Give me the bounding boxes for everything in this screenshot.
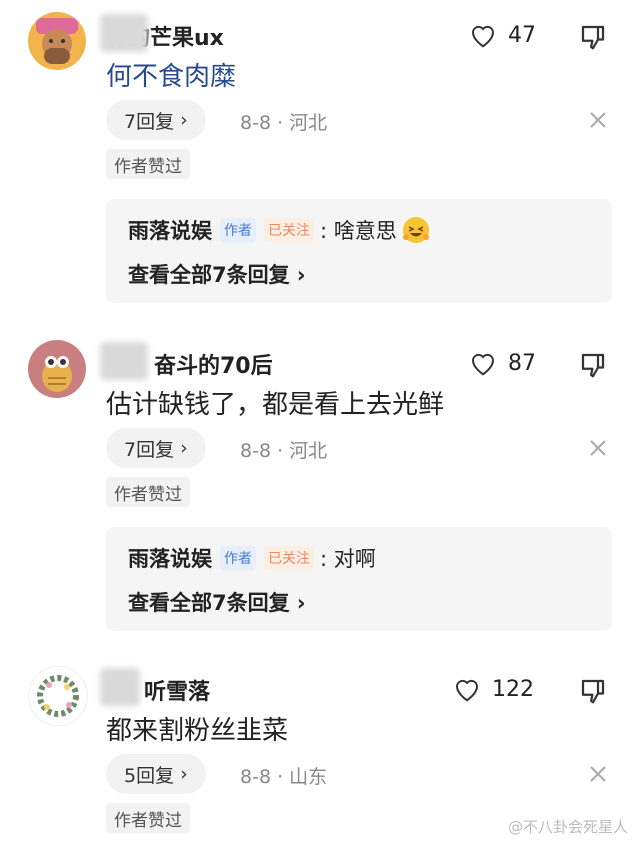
blurred-name-mask <box>100 342 148 380</box>
chevron-right-icon: › <box>180 109 188 131</box>
heart-icon <box>455 679 479 702</box>
reply-line: 雨落说娱 作者 已关注 : 啥意思 <box>128 215 431 245</box>
chevron-right-icon: › <box>180 763 188 785</box>
like-count: 47 <box>508 22 536 48</box>
date-location: 8-8 · 山东 <box>240 766 328 788</box>
date-location: 8-8 · 河北 <box>240 440 328 462</box>
avatar[interactable] <box>28 666 88 726</box>
reply-count-button[interactable]: 7回复 › <box>106 100 206 140</box>
blurred-name-mask <box>100 668 140 706</box>
blurred-name-mask <box>100 14 148 52</box>
heart-icon <box>471 353 495 376</box>
close-icon[interactable] <box>588 438 608 458</box>
reply-card[interactable]: 雨落说娱 作者 已关注 : 对啊 查看全部7条回复 › <box>106 527 612 631</box>
laughing-emoji-icon <box>402 217 429 243</box>
username[interactable]: 听雪落 <box>144 674 210 706</box>
follow-badge: 已关注 <box>264 218 314 242</box>
author-liked-tag: 作者赞过 <box>106 803 190 833</box>
author-liked-tag: 作者赞过 <box>106 149 190 179</box>
reply-author[interactable]: 雨落说娱 <box>128 543 212 573</box>
avatar[interactable] <box>28 340 86 398</box>
close-icon[interactable] <box>588 110 608 130</box>
date-location: 8-8 · 河北 <box>240 112 328 134</box>
heart-icon <box>471 25 495 48</box>
reply-card[interactable]: 雨落说娱 作者 已关注 : 啥意思 查看全部7条回复 › <box>106 199 612 303</box>
reply-count-button[interactable]: 7回复 › <box>106 428 206 468</box>
watermark: @不八卦会死星人 <box>507 818 628 836</box>
like-button[interactable]: 87 <box>468 348 536 378</box>
close-icon[interactable] <box>588 764 608 784</box>
reply-text: : 啥意思 <box>320 219 397 243</box>
thumbs-down-icon[interactable] <box>578 350 608 380</box>
author-badge: 作者 <box>220 546 256 570</box>
like-button[interactable]: 47 <box>468 20 536 50</box>
reply-author[interactable]: 雨落说娱 <box>128 215 212 245</box>
like-count: 87 <box>508 350 536 376</box>
reply-text: : 对啊 <box>320 547 376 571</box>
like-button[interactable]: 122 <box>452 674 534 704</box>
chevron-right-icon: › <box>180 437 188 459</box>
author-liked-tag: 作者赞过 <box>106 477 190 507</box>
thumbs-down-icon[interactable] <box>578 676 608 706</box>
avatar[interactable] <box>28 12 86 70</box>
comment-content: 估计缺钱了，都是看上去光鲜 <box>106 390 445 420</box>
reply-count-button[interactable]: 5回复 › <box>106 754 206 794</box>
reply-line: 雨落说娱 作者 已关注 : 对啊 <box>128 543 376 573</box>
comment-content[interactable]: 何不食肉糜 <box>106 56 236 93</box>
username[interactable]: 奋斗的70后 <box>154 348 273 380</box>
view-all-replies[interactable]: 查看全部7条回复 › <box>128 587 306 617</box>
view-all-replies[interactable]: 查看全部7条回复 › <box>128 259 306 289</box>
follow-badge: 已关注 <box>264 546 314 570</box>
like-count: 122 <box>492 676 534 702</box>
thumbs-down-icon[interactable] <box>578 22 608 52</box>
author-badge: 作者 <box>220 218 256 242</box>
comment-content: 都来割粉丝韭菜 <box>106 716 289 746</box>
